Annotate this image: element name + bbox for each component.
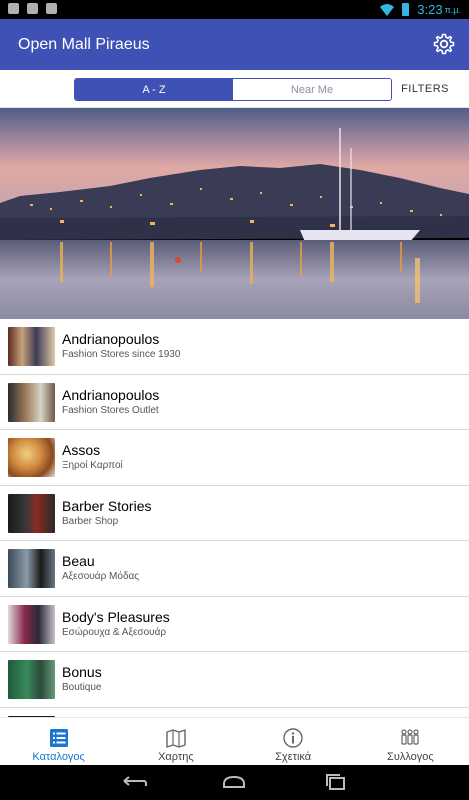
home-icon[interactable] — [220, 772, 248, 792]
store-thumbnail — [8, 660, 55, 699]
list-item[interactable]: Andrianopoulos Fashion Stores since 1930 — [0, 319, 469, 375]
list-item[interactable]: Barber Stories Barber Shop — [0, 486, 469, 541]
store-category: Εσώρουχα & Αξεσουάρ — [62, 626, 167, 638]
store-category: Fashion Stores since 1930 — [62, 349, 181, 360]
list-item[interactable]: Andrianopoulos Fashion Stores Outlet — [0, 375, 469, 430]
info-icon — [283, 727, 303, 748]
tab-a-z[interactable]: A - Z — [75, 79, 233, 100]
recents-icon[interactable] — [322, 772, 350, 792]
nav-catalog[interactable]: Καταλογος — [0, 718, 117, 765]
app-title: Open Mall Piraeus — [18, 36, 150, 53]
people-icon — [401, 728, 419, 745]
store-list: Andrianopoulos Fashion Stores since 1930… — [0, 319, 469, 717]
store-name: Body's Pleasures — [62, 608, 170, 625]
store-category: Fashion Stores Outlet — [62, 404, 159, 416]
back-icon[interactable] — [120, 772, 148, 792]
nav-map[interactable]: Χαρτης — [117, 718, 234, 765]
gear-icon[interactable] — [432, 32, 456, 56]
app-bar: Open Mall Piraeus — [0, 19, 469, 70]
usb-icon — [8, 3, 19, 14]
list-icon — [49, 728, 68, 747]
store-thumbnail — [8, 549, 55, 588]
nav-label: Σχετικά — [275, 750, 312, 763]
map-icon — [166, 728, 186, 748]
status-time: 3:23 — [417, 2, 443, 17]
hero-image — [0, 108, 469, 319]
store-thumbnail — [8, 493, 55, 533]
filters-button[interactable]: FILTERS — [401, 83, 449, 95]
store-name: Andrianopoulos — [62, 386, 160, 403]
store-name: Andrianopoulos — [62, 331, 160, 347]
status-bar: 3:23 π.μ. — [0, 0, 469, 19]
store-thumbnail — [8, 382, 55, 422]
bottom-navigation: Καταλογος Χαρτης Σχετικά Συλλογος — [0, 717, 469, 765]
list-item[interactable]: Beau Αξεσουάρ Μόδας — [0, 541, 469, 597]
image-icon — [46, 3, 57, 14]
tab-near-me[interactable]: Near Me — [233, 79, 391, 100]
nav-about[interactable]: Σχετικά — [235, 718, 352, 765]
wifi-icon — [380, 3, 395, 16]
list-item[interactable]: Assos Ξηροί Καρποί — [0, 430, 469, 486]
store-name: Barber Stories — [62, 497, 152, 514]
store-category: Ξηροί Καρποί — [62, 460, 123, 471]
store-name: Assos — [62, 442, 101, 458]
nav-label: Συλλογος — [387, 750, 434, 763]
battery-icon — [402, 3, 410, 16]
nav-label: Καταλογος — [32, 750, 85, 763]
list-item[interactable] — [0, 708, 469, 717]
notification-icons — [8, 3, 57, 14]
store-category: Boutique — [62, 682, 102, 693]
store-category: Barber Shop — [62, 515, 119, 527]
nav-association[interactable]: Συλλογος — [352, 718, 469, 765]
nav-label: Χαρτης — [158, 750, 194, 763]
store-category: Αξεσουάρ Μόδας — [62, 571, 140, 582]
notification-icon — [27, 3, 38, 14]
store-name: Bonus — [62, 664, 102, 680]
store-name: Beau — [62, 553, 95, 569]
store-thumbnail — [8, 604, 55, 644]
store-thumbnail — [8, 327, 55, 366]
status-ampm: π.μ. — [444, 4, 461, 15]
sort-segmented-control: A - Z Near Me — [74, 78, 392, 101]
list-item[interactable]: Bonus Boutique — [0, 652, 469, 708]
list-item[interactable]: Body's Pleasures Εσώρουχα & Αξεσουάρ — [0, 597, 469, 652]
system-navigation-bar — [0, 765, 469, 800]
store-thumbnail — [8, 438, 55, 477]
filter-bar: A - Z Near Me FILTERS — [0, 70, 469, 108]
